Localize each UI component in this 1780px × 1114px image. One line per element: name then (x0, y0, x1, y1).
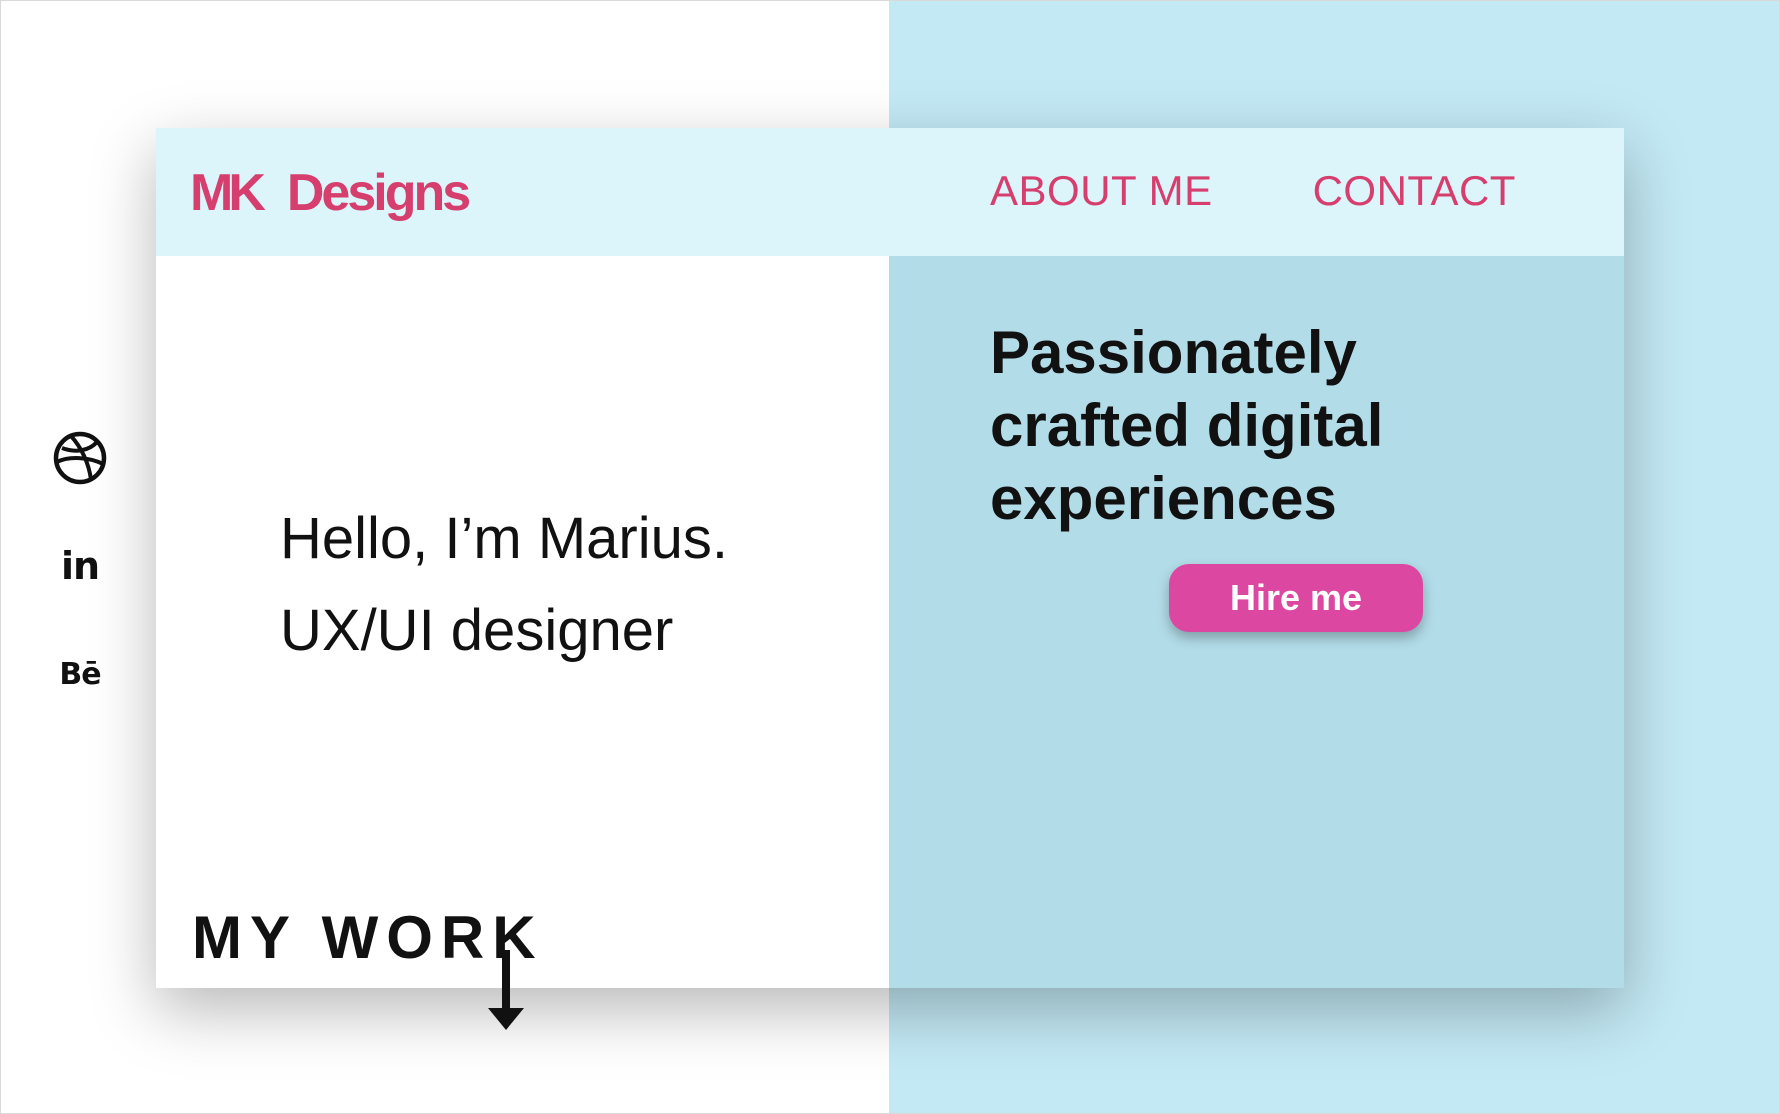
job-title: UX/UI designer (280, 598, 674, 663)
navbar: MK Designs ABOUT ME CONTACT (156, 128, 1624, 256)
nav-links: ABOUT ME CONTACT (990, 166, 1516, 216)
logo-monogram: MK (190, 164, 266, 222)
linkedin-icon: in (60, 544, 100, 588)
brand-logo[interactable]: MK Designs (190, 158, 471, 228)
hero-card: MK Designs ABOUT ME CONTACT Hello, I’m M… (156, 128, 1624, 988)
nav-contact[interactable]: CONTACT (1313, 166, 1516, 216)
hero-right-panel (889, 128, 1624, 988)
linkedin-link[interactable]: in (52, 538, 108, 594)
arrow-down-icon[interactable] (486, 950, 526, 1030)
social-links: in Bē (52, 430, 108, 702)
dribbble-icon (53, 431, 107, 485)
nav-about-me[interactable]: ABOUT ME (990, 166, 1213, 216)
hire-me-button[interactable]: Hire me (1169, 564, 1423, 632)
hero-headline: Passionately crafted digital experiences (990, 316, 1550, 535)
headline-line: crafted digital (990, 392, 1384, 459)
greeting-line: Hello, I’m Marius. (280, 506, 728, 571)
behance-icon: Bē (59, 656, 101, 692)
logo-wordmark: Designs (286, 164, 471, 222)
headline-line: Passionately (990, 319, 1357, 386)
headline-line: experiences (990, 465, 1337, 532)
dribbble-link[interactable] (52, 430, 108, 486)
hero-greeting: Hello, I’m Marius. UX/UI designer (280, 493, 728, 677)
behance-link[interactable]: Bē (52, 646, 108, 702)
